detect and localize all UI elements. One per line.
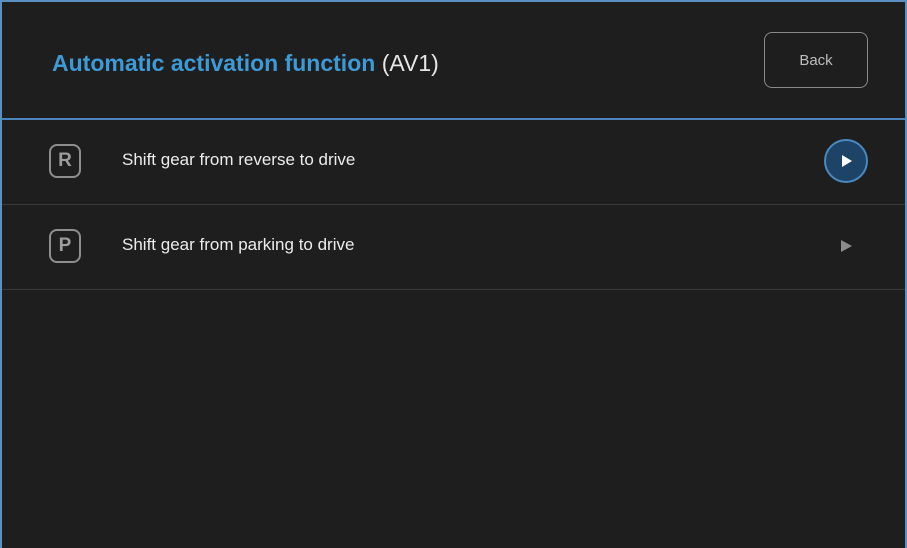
- gear-r-icon: R: [49, 144, 81, 178]
- gear-p-icon: P: [49, 229, 81, 263]
- play-triangle-icon: [841, 240, 852, 252]
- header-bar: Automatic activation function (AV1) Back: [2, 2, 905, 120]
- list-item-parking-to-drive[interactable]: P Shift gear from parking to drive: [2, 205, 905, 290]
- page-title-main: Automatic activation function: [52, 50, 376, 76]
- page-title-code: (AV1): [381, 50, 439, 76]
- back-button[interactable]: Back: [764, 32, 868, 88]
- list-item-label: Shift gear from reverse to drive: [122, 150, 356, 169]
- play-triangle-icon: [842, 155, 852, 167]
- list-item-reverse-to-drive[interactable]: R Shift gear from reverse to drive: [2, 120, 905, 205]
- play-circle-icon[interactable]: [824, 139, 868, 183]
- play-arrow-icon[interactable]: [837, 237, 855, 255]
- page-title: Automatic activation function (AV1): [52, 48, 439, 78]
- list-item-label: Shift gear from parking to drive: [122, 235, 355, 254]
- app-window: Automatic activation function (AV1) Back…: [0, 0, 907, 548]
